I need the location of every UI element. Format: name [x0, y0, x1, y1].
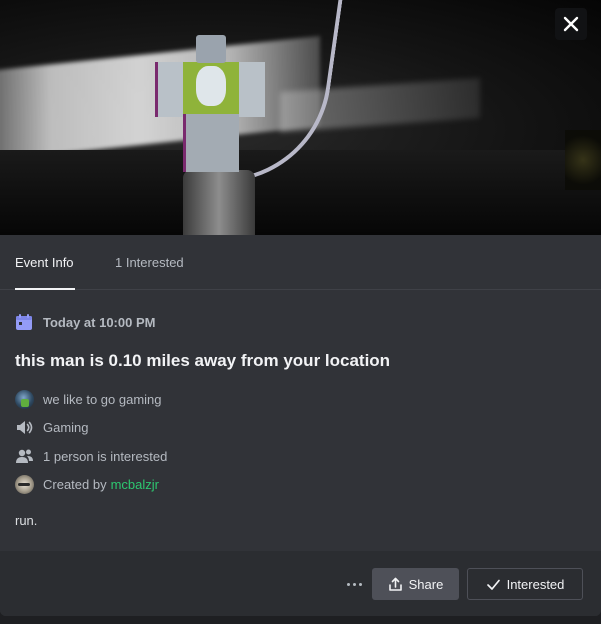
- event-title: this man is 0.10 miles away from your lo…: [15, 351, 391, 370]
- event-description: run.: [15, 513, 38, 528]
- share-label: Share: [408, 576, 444, 592]
- creator-avatar: [15, 475, 34, 494]
- interested-count: 1 person is interested: [43, 449, 168, 464]
- people-icon: [16, 449, 33, 463]
- created-by-label: Created by: [43, 477, 107, 492]
- server-avatar: [15, 390, 34, 409]
- share-button[interactable]: Share: [372, 568, 459, 600]
- event-date: Today at 10:00 PM: [43, 314, 156, 330]
- event-server-row[interactable]: we like to go gaming: [15, 390, 162, 409]
- tab-event-info[interactable]: Event Info: [15, 255, 75, 290]
- close-button[interactable]: [555, 8, 587, 40]
- speaker-icon: [17, 421, 33, 434]
- interested-button[interactable]: Interested: [467, 568, 583, 600]
- calendar-icon: [16, 314, 32, 330]
- event-server-name: we like to go gaming: [43, 392, 162, 407]
- share-icon: [388, 577, 402, 591]
- event-date-row: Today at 10:00 PM: [15, 313, 155, 331]
- event-channel-row[interactable]: Gaming: [15, 418, 89, 437]
- event-interested-row: 1 person is interested: [15, 447, 167, 466]
- tab-interested[interactable]: 1 Interested: [115, 255, 184, 270]
- check-icon: [486, 579, 500, 590]
- event-channel-name: Gaming: [43, 420, 89, 435]
- more-icon: [346, 582, 350, 586]
- more-options-button[interactable]: [343, 575, 365, 593]
- interested-label: Interested: [506, 576, 565, 592]
- creator-username[interactable]: mcbalzjr: [111, 477, 159, 492]
- event-tabs: Event Info 1 Interested: [0, 235, 601, 290]
- event-modal: Event Info 1 Interested Today at 10:00 P…: [0, 0, 601, 616]
- event-creator-row: Created by mcbalzjr: [15, 475, 159, 494]
- close-icon: [563, 16, 579, 32]
- event-cover-image: [0, 0, 601, 235]
